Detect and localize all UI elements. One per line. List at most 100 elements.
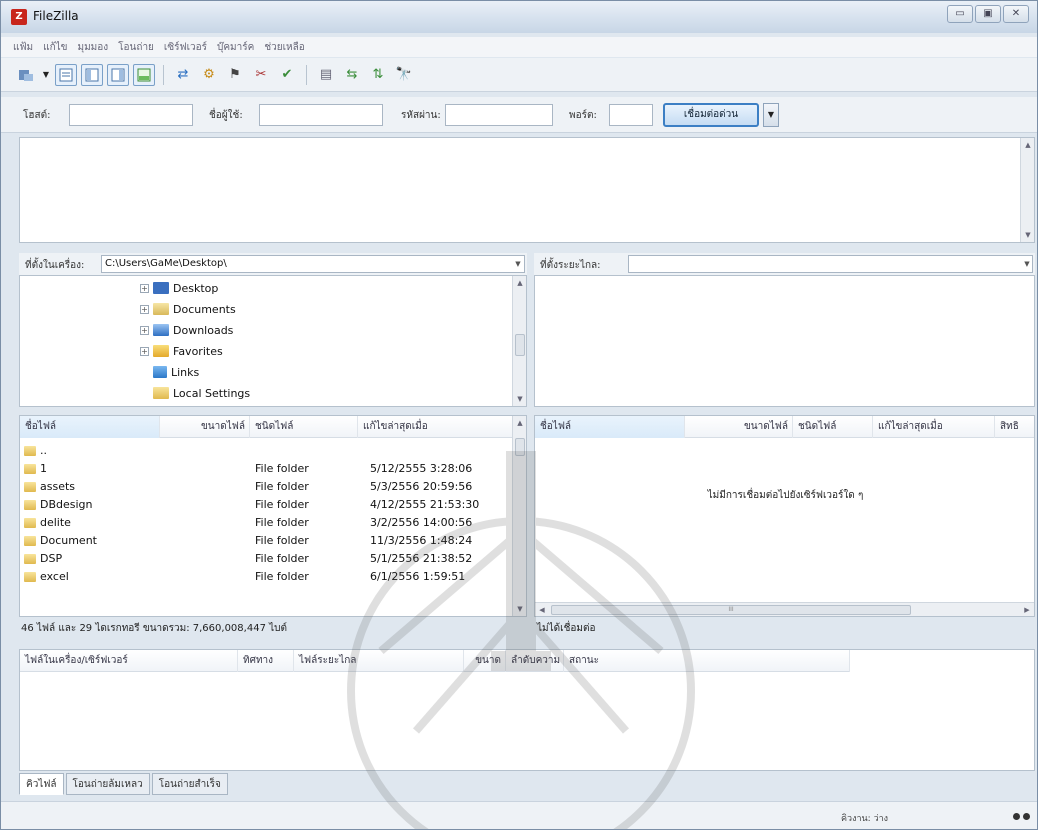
column-remote-file[interactable]: ไฟล์ระยะไกล [294,650,464,672]
scroll-thumb[interactable]: III [551,605,911,615]
links-icon [153,366,167,378]
message-log[interactable]: ▲ ▼ [19,137,1035,243]
scroll-thumb[interactable] [515,334,525,356]
reconnect-icon[interactable]: ✔ [276,64,298,86]
tab-failed-transfers[interactable]: โอนถ่ายล้มเหลว [65,773,150,795]
window-title: FileZilla [33,9,79,23]
toggle-log-icon[interactable] [55,63,77,86]
column-filename[interactable]: ชื่อไฟล์ [535,416,685,438]
local-file-list[interactable]: ชื่อไฟล์ ขนาดไฟล์ ชนิดไฟล์ แก้ไขล่าสุดเม… [19,415,527,617]
menu-edit[interactable]: แก้ไข [43,40,67,55]
file-type: File folder [255,570,309,583]
scroll-up-icon[interactable]: ▲ [513,416,526,430]
tree-item-favorites[interactable]: + Favorites [140,341,223,361]
minimize-button[interactable]: ▭ [947,5,973,23]
scroll-right-icon[interactable]: ▶ [1020,603,1034,616]
file-row[interactable]: Document File folder 11/3/2556 1:48:24 [20,532,520,549]
expand-icon[interactable]: + [140,325,149,335]
search-files-icon[interactable]: 🔭 [393,64,415,86]
column-filesize[interactable]: ขนาดไฟล์ [160,416,250,438]
process-queue-icon[interactable]: ⚙ [198,64,220,86]
remote-file-list[interactable]: ชื่อไฟล์ ขนาดไฟล์ ชนิดไฟล์ แก้ไขล่าสุดเม… [534,415,1035,617]
scroll-up-icon[interactable]: ▲ [513,276,526,290]
transfer-queue[interactable]: ไฟล์ในเครื่อง/เซิร์ฟเวอร์ ทิศทาง ไฟล์ระย… [19,649,1035,771]
quickconnect-button[interactable]: เชื่อมต่อด่วน [663,103,759,127]
disconnect-icon[interactable]: ✂ [250,64,272,86]
scroll-left-icon[interactable]: ◀ [535,603,549,616]
remote-file-list-hscrollbar[interactable]: ◀ III ▶ [535,602,1034,616]
column-size[interactable]: ขนาด [464,650,506,672]
column-filename[interactable]: ชื่อไฟล์ [20,416,160,438]
folder-icon [24,571,36,582]
tree-item-local-settings[interactable]: Local Settings [153,383,250,403]
column-modified[interactable]: แก้ไขล่าสุดเมื่อ [358,416,514,438]
toggle-remote-tree-icon[interactable] [107,63,129,86]
site-manager-icon[interactable] [15,64,37,86]
local-path-dropdown-icon[interactable]: ▼ [511,255,525,273]
close-button[interactable]: ✕ [1003,5,1029,23]
username-input[interactable] [259,104,383,126]
message-log-scrollbar[interactable]: ▲ ▼ [1020,138,1034,242]
host-label: โฮสต์: [23,110,51,121]
tree-item-desktop[interactable]: + Desktop [140,278,218,298]
synchronized-browsing-icon[interactable]: ⇅ [367,64,389,86]
column-priority[interactable]: ลำดับความ [506,650,564,672]
file-row[interactable]: delite File folder 3/2/2556 14:00:56 [20,514,520,531]
local-directory-tree[interactable]: + Desktop + Documents + Downloads + Favo… [19,275,527,407]
menu-server[interactable]: เซิร์ฟเวอร์ [164,40,207,55]
scroll-up-icon[interactable]: ▲ [1021,138,1035,152]
tree-item-links[interactable]: Links [153,362,199,382]
column-filesize[interactable]: ขนาดไฟล์ [685,416,793,438]
file-row[interactable]: excel File folder 6/1/2556 1:59:51 [20,568,520,585]
remote-directory-tree[interactable] [534,275,1035,407]
expand-icon[interactable]: + [140,304,149,314]
remote-path-label: ที่ตั้งระยะไกล: [540,260,601,271]
file-row[interactable]: .. [20,442,514,459]
scroll-thumb[interactable] [515,438,525,456]
menu-view[interactable]: มุมมอง [78,40,109,55]
tab-queued-files[interactable]: คิวไฟล์ [19,773,64,795]
local-tree-scrollbar[interactable]: ▲ ▼ [512,276,526,406]
file-row[interactable]: 1 File folder 5/12/2555 3:28:06 [20,460,520,477]
toggle-queue-icon[interactable] [133,63,155,86]
maximize-button[interactable]: ▣ [975,5,1001,23]
column-local-file[interactable]: ไฟล์ในเครื่อง/เซิร์ฟเวอร์ [20,650,238,672]
cancel-icon[interactable]: ⚑ [224,64,246,86]
password-input[interactable] [445,104,553,126]
menu-bookmarks[interactable]: บุ๊คมาร์ค [217,40,254,55]
file-row[interactable]: assets File folder 5/3/2556 20:59:56 [20,478,520,495]
refresh-icon[interactable]: ⇄ [172,64,194,86]
scroll-down-icon[interactable]: ▼ [513,602,526,616]
file-row[interactable]: DBdesign File folder 4/12/2555 21:53:30 [20,496,520,513]
local-file-list-scrollbar[interactable]: ▲ ▼ [512,416,526,616]
remote-path-dropdown-icon[interactable]: ▼ [1020,255,1034,273]
column-filetype[interactable]: ชนิดไฟล์ [793,416,873,438]
column-modified[interactable]: แก้ไขล่าสุดเมื่อ [873,416,995,438]
scroll-down-icon[interactable]: ▼ [513,392,526,406]
scroll-down-icon[interactable]: ▼ [1021,228,1035,242]
host-input[interactable] [69,104,193,126]
column-permissions[interactable]: สิทธิ [995,416,1034,438]
directory-comparison-icon[interactable]: ⇆ [341,64,363,86]
quickconnect-dropdown-icon[interactable]: ▼ [763,103,779,127]
dropdown-arrow-icon[interactable]: ▼ [41,64,51,86]
menu-file[interactable]: แฟ้ม [13,40,33,55]
column-direction[interactable]: ทิศทาง [238,650,294,672]
column-status[interactable]: สถานะ [564,650,850,672]
directory-listing-filters-icon[interactable]: ▤ [315,64,337,86]
tree-item-downloads[interactable]: + Downloads [140,320,233,340]
menu-transfer[interactable]: โอนถ่าย [118,40,154,55]
quickconnect-bar: โฮสต์: ชื่อผู้ใช้: รหัสผ่าน: พอร์ต: เชื่… [1,97,1037,133]
column-filetype[interactable]: ชนิดไฟล์ [250,416,358,438]
expand-icon[interactable]: + [140,283,149,293]
port-input[interactable] [609,104,653,126]
menu-help[interactable]: ช่วยเหลือ [264,40,304,55]
remote-path-combo[interactable] [628,255,1033,273]
toggle-local-tree-icon[interactable] [81,63,103,86]
tree-item-documents[interactable]: + Documents [140,299,236,319]
expand-icon[interactable]: + [140,346,149,356]
tab-successful-transfers[interactable]: โอนถ่ายสำเร็จ [151,773,228,795]
file-row[interactable]: DSP File folder 5/1/2556 21:38:52 [20,550,520,567]
local-path-combo[interactable]: C:\Users\GaMe\Desktop\ [101,255,525,273]
filezilla-logo-icon: Z [11,9,27,25]
